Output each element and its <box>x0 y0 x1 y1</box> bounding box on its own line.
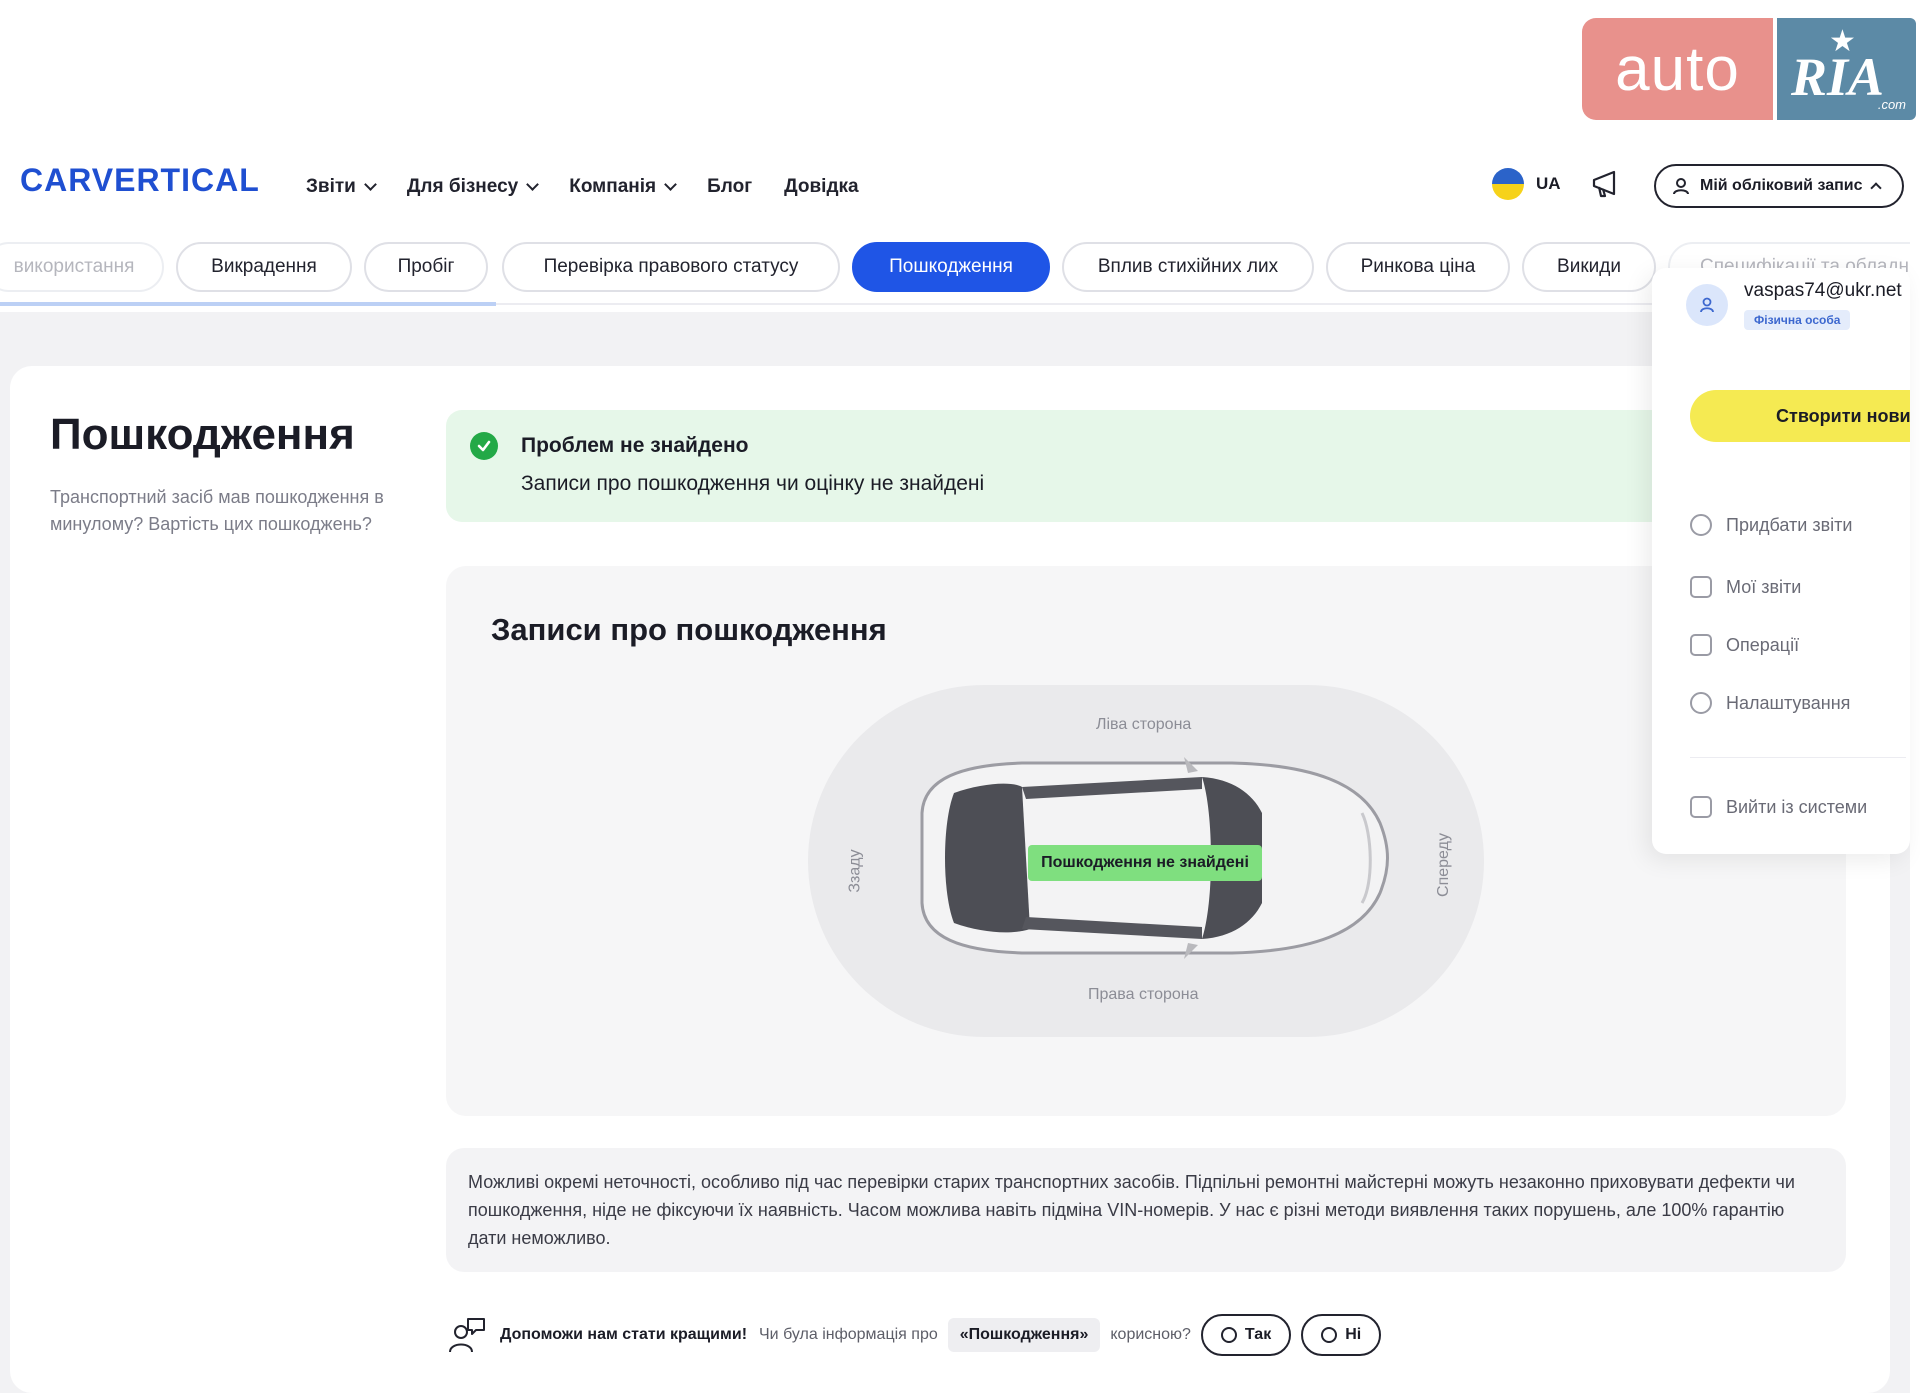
receipt-icon <box>1690 634 1712 656</box>
label-front: Спереду <box>1434 833 1452 897</box>
menu-logout[interactable]: Вийти із системи <box>1690 796 1867 818</box>
menu-logout-label: Вийти із системи <box>1726 796 1868 817</box>
chevron-down-icon <box>363 178 377 191</box>
carvertical-logo[interactable]: CARVERTICAL <box>20 162 260 199</box>
nav-help-label: Довідка <box>784 176 859 197</box>
tab-legal-status[interactable]: Перевірка правового статусу <box>502 242 840 292</box>
nav-blog-label: Блог <box>707 176 753 197</box>
feedback-prompt: Допоможи нам стати кращими! <box>500 1326 748 1343</box>
feedback-yes-button[interactable]: Так <box>1200 1314 1292 1356</box>
menu-operations-label: Операції <box>1726 634 1800 655</box>
megaphone-icon[interactable] <box>1590 170 1620 198</box>
chevron-down-icon <box>664 178 677 191</box>
menu-settings-label: Налаштування <box>1726 692 1851 713</box>
main-nav: Звіти Для бізнесу Компанія Блог Довідка <box>306 176 859 198</box>
disclaimer-text: Можливі окремі неточності, особливо під … <box>446 1148 1846 1272</box>
label-right-side: Права сторона <box>1088 986 1199 1003</box>
menu-my-reports[interactable]: Мої звіти <box>1690 576 1801 598</box>
feedback-question-start: Чи була інформація про <box>759 1326 938 1343</box>
account-button[interactable]: Мій обліковий запис <box>1654 164 1904 208</box>
feedback-no-button[interactable]: Ні <box>1301 1314 1382 1356</box>
feedback-person-icon <box>449 1318 485 1353</box>
autoria-com-text: .com <box>1877 97 1906 112</box>
label-rear: Ззаду <box>846 849 864 893</box>
feedback-topic: «Пошкодження» <box>947 1318 1101 1352</box>
status-title: Проблем не знайдено <box>521 434 749 457</box>
autoria-ria-text: RIA <box>1791 47 1885 107</box>
user-avatar-icon <box>1686 284 1728 326</box>
tab-market-price[interactable]: Ринкова ціна <box>1326 242 1510 292</box>
nav-business-label: Для бізнесу <box>406 176 519 197</box>
section-title: Пошкодження <box>50 410 355 459</box>
account-dropdown <box>1652 268 1910 854</box>
autoria-watermark-logo: auto ★ RIA .com <box>1582 18 1916 120</box>
tab-theft[interactable]: Викрадення <box>176 242 352 292</box>
check-circle-icon <box>470 432 498 460</box>
language-label: UA <box>1536 174 1561 193</box>
top-header: CARVERTICAL Звіти Для бізнесу Компанія Б… <box>0 150 1910 220</box>
nav-help[interactable]: Довідка <box>784 176 858 198</box>
report-section-tabs: використання Викрадення Пробіг Перевірка… <box>0 242 1910 294</box>
frown-icon <box>1321 1327 1338 1343</box>
tab-damage[interactable]: Пошкодження <box>852 242 1050 292</box>
feedback-no-label: Ні <box>1345 1326 1362 1343</box>
menu-settings[interactable]: Налаштування <box>1690 692 1850 714</box>
user-icon <box>1673 178 1689 195</box>
chevron-up-icon <box>1870 182 1883 194</box>
feedback-yes-label: Так <box>1244 1326 1272 1343</box>
autoria-auto-text: auto <box>1582 18 1773 120</box>
damage-records-title: Записи про пошкодження <box>491 612 887 647</box>
account-button-label: Мій обліковий запис <box>1700 177 1863 194</box>
menu-buy-reports-label: Придбати звіти <box>1726 514 1853 535</box>
create-report-button[interactable]: Створити новий <box>1690 390 1910 442</box>
tab-emissions[interactable]: Викиди <box>1522 242 1656 292</box>
gear-icon <box>1690 692 1712 714</box>
menu-my-reports-label: Мої звіти <box>1726 576 1802 597</box>
label-left-side: Ліва сторона <box>1096 716 1192 733</box>
nav-company-label: Компанія <box>569 176 657 197</box>
smile-icon <box>1220 1327 1237 1343</box>
status-banner <box>446 410 1856 522</box>
nav-business[interactable]: Для бізнесу <box>406 176 540 198</box>
ukraine-flag-icon <box>1492 168 1524 200</box>
badge-check-icon <box>1690 514 1712 536</box>
account-type-badge: Фізична особа <box>1744 310 1851 330</box>
feedback-bar: Допоможи нам стати кращими! Чи була інфо… <box>448 1313 1382 1357</box>
logout-icon <box>1690 796 1712 818</box>
menu-buy-reports[interactable]: Придбати звіти <box>1690 514 1852 536</box>
language-switcher[interactable]: UA <box>1492 168 1561 200</box>
menu-divider <box>1690 757 1906 758</box>
chevron-down-icon <box>526 178 540 191</box>
menu-operations[interactable]: Операції <box>1690 634 1799 656</box>
autoria-ria-block: ★ RIA .com <box>1777 18 1916 120</box>
section-description: Транспортний засіб мав пошкодження в мин… <box>50 487 384 534</box>
nav-company[interactable]: Компанія <box>569 176 677 198</box>
tab-scroll-indicator <box>0 302 496 306</box>
tab-mileage[interactable]: Пробіг <box>364 242 488 292</box>
nav-blog[interactable]: Блог <box>707 176 752 198</box>
tab-usage[interactable]: використання <box>0 242 164 292</box>
document-icon <box>1690 576 1712 598</box>
nav-reports-label: Звіти <box>306 176 356 197</box>
feedback-question-end: корисною? <box>1110 1326 1191 1343</box>
account-email: vaspas74@ukr.net <box>1744 280 1902 301</box>
status-text: Записи про пошкодження чи оцінку не знай… <box>521 472 985 495</box>
no-damage-badge: Пошкодження не знайдені <box>1028 845 1262 881</box>
nav-reports[interactable]: Звіти <box>306 176 377 198</box>
tab-natural-disasters[interactable]: Вплив стихійних лих <box>1062 242 1314 292</box>
